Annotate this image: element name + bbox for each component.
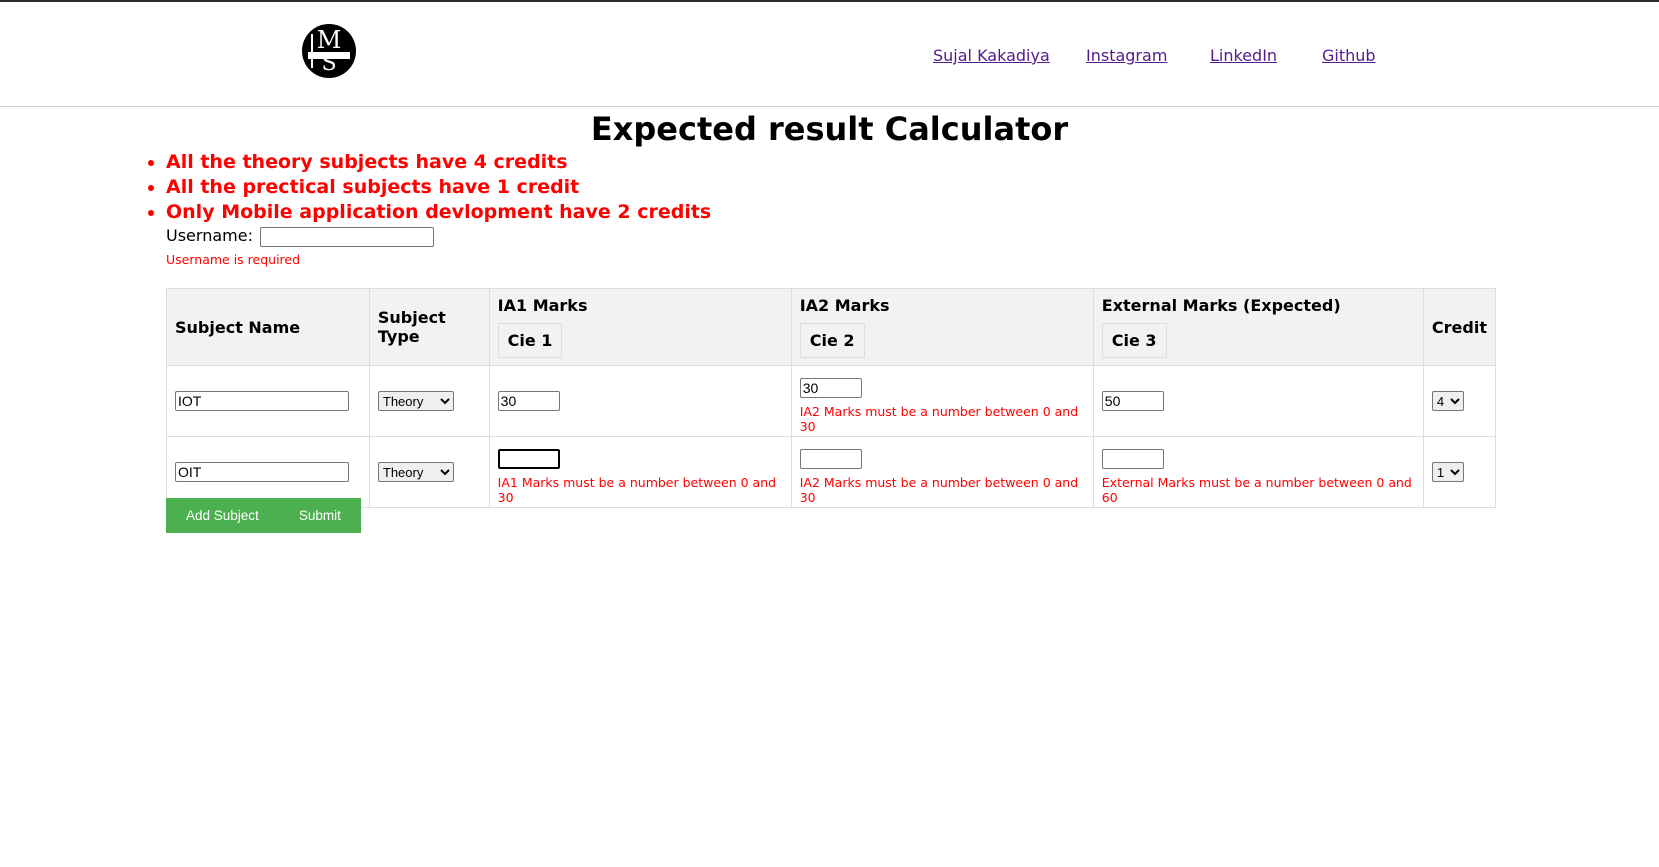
header-ia1-label: IA1 Marks: [497, 296, 588, 315]
header-subject-type: Subject Type: [368, 288, 490, 366]
site-logo[interactable]: M S: [302, 24, 356, 78]
credit-rules-list: All the theory subjects have 4 credits A…: [142, 150, 711, 225]
cell-credit: 4: [1422, 365, 1497, 437]
cell-external: [1092, 365, 1424, 437]
ia1-error: IA1 Marks must be a number between 0 and…: [497, 475, 777, 505]
cell-ia2: IA2 Marks must be a number between 0 and…: [790, 365, 1094, 437]
header-credit: Credit: [1422, 288, 1497, 366]
ia1-marks-input[interactable]: [497, 449, 560, 469]
header-external: External Marks (Expected) Cie 3: [1092, 288, 1424, 366]
cell-credit: 1: [1422, 436, 1497, 508]
ia2-marks-input[interactable]: [799, 378, 862, 398]
cell-subject-name: [166, 436, 370, 508]
username-label: Username:: [166, 226, 253, 245]
header-external-label: External Marks (Expected): [1101, 296, 1341, 315]
rule-item: All the prectical subjects have 1 credit: [166, 175, 711, 200]
header-ia1: IA1 Marks Cie 1: [488, 288, 792, 366]
cell-external: External Marks must be a number between …: [1092, 436, 1424, 508]
subject-type-select[interactable]: Theory: [377, 462, 454, 482]
action-buttons: Add Subject Submit: [166, 498, 361, 533]
page-title: Expected result Calculator: [590, 110, 1069, 148]
svg-text:M: M: [317, 26, 342, 54]
cell-ia1: IA1 Marks must be a number between 0 and…: [488, 436, 792, 508]
header-ia2-label: IA2 Marks: [799, 296, 890, 315]
nav-link-sujal-kakadiya[interactable]: Sujal Kakadiya: [933, 46, 1050, 65]
add-subject-button[interactable]: Add Subject: [166, 498, 279, 533]
external-marks-input[interactable]: [1101, 391, 1164, 411]
username-error: Username is required: [166, 252, 301, 267]
table-row: Theory IA2 Marks must be a number betwee…: [166, 365, 1497, 437]
ia2-marks-input[interactable]: [799, 449, 862, 469]
header-cie2: Cie 2: [799, 323, 865, 358]
credit-select[interactable]: 1: [1431, 462, 1464, 482]
credit-select[interactable]: 4: [1431, 391, 1464, 411]
submit-button[interactable]: Submit: [278, 498, 361, 533]
header-cie3: Cie 3: [1101, 323, 1167, 358]
header-cie1: Cie 1: [497, 323, 563, 358]
ia1-marks-input[interactable]: [497, 391, 560, 411]
subject-name-input[interactable]: [175, 391, 349, 411]
ia2-error: IA2 Marks must be a number between 0 and…: [799, 475, 1079, 505]
nav-link-linkedin[interactable]: LinkedIn: [1210, 46, 1277, 65]
cell-ia2: IA2 Marks must be a number between 0 and…: [790, 436, 1094, 508]
navbar: M S Sujal Kakadiya Instagram LinkedIn Gi…: [0, 2, 1659, 107]
cell-ia1: [488, 365, 792, 437]
nav-link-instagram[interactable]: Instagram: [1086, 46, 1167, 65]
nav-link-github[interactable]: Github: [1322, 46, 1376, 65]
subject-type-select[interactable]: Theory: [377, 391, 454, 411]
table-header-row: Subject Name Subject Type IA1 Marks Cie …: [166, 288, 1497, 366]
rule-item: Only Mobile application devlopment have …: [166, 200, 711, 225]
rule-item: All the theory subjects have 4 credits: [166, 150, 711, 175]
cell-subject-type: Theory: [368, 436, 490, 508]
subjects-table: Subject Name Subject Type IA1 Marks Cie …: [166, 288, 1497, 508]
header-ia2: IA2 Marks Cie 2: [790, 288, 1094, 366]
username-row: Username:: [166, 226, 435, 247]
username-input[interactable]: [260, 226, 435, 247]
table-row: Theory IA1 Marks must be a number betwee…: [166, 436, 1497, 508]
subject-name-input[interactable]: [175, 462, 349, 482]
cell-subject-type: Theory: [368, 365, 490, 437]
cell-subject-name: [166, 365, 370, 437]
external-marks-input[interactable]: [1101, 449, 1164, 469]
header-subject-name: Subject Name: [166, 288, 370, 366]
ia2-error: IA2 Marks must be a number between 0 and…: [799, 404, 1079, 434]
external-error: External Marks must be a number between …: [1101, 475, 1412, 505]
